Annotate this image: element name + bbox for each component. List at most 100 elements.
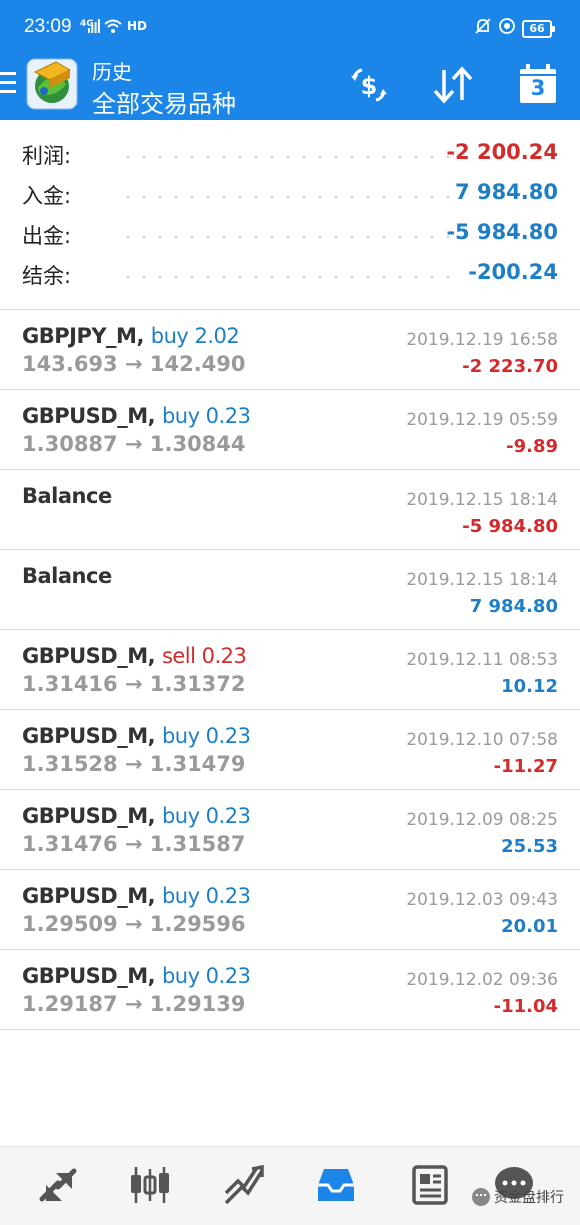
trade-symbol: Balance — [22, 484, 112, 508]
symbol-name: GBPUSD_M, — [22, 964, 156, 988]
trade-action: buy 0.23 — [161, 404, 251, 428]
leader-dots — [120, 236, 450, 238]
summary-value: -2 200.24 — [446, 140, 558, 164]
summary-label: 出金: — [22, 224, 72, 248]
trade-prices: 1.31528 → 1.31479 — [22, 752, 246, 776]
trade-prices: 1.29509 → 1.29596 — [22, 912, 246, 936]
wechat-icon — [472, 1188, 490, 1206]
trade-profit: -2 223.70 — [462, 356, 558, 377]
symbol-name: GBPUSD_M, — [22, 724, 156, 748]
summary-row: 利润: -2 200.24 — [0, 132, 580, 172]
trade-action: buy 0.23 — [161, 724, 251, 748]
page-title: 历史 — [92, 60, 132, 84]
trade-datetime: 2019.12.10 07:58 — [406, 730, 558, 750]
trade-symbol: GBPUSD_M, buy 0.23 — [22, 724, 251, 748]
summary-label: 入金: — [22, 184, 72, 208]
trade-datetime: 2019.12.09 08:25 — [406, 810, 558, 830]
trade-prices: 1.30887 → 1.30844 — [22, 432, 246, 456]
trade-symbol: Balance — [22, 564, 112, 588]
metatrader-logo — [26, 58, 78, 110]
trade-symbol: GBPUSD_M, buy 0.23 — [22, 964, 251, 988]
trade-profit: -5 984.80 — [462, 516, 558, 537]
sort-icon[interactable] — [430, 62, 476, 108]
menu-icon[interactable] — [0, 72, 16, 98]
trade-profit: -9.89 — [506, 436, 558, 457]
trade-action: buy 2.02 — [150, 324, 240, 348]
app-bar: 历史 全部交易品种 $ 3 — [0, 52, 580, 120]
symbol-name: GBPUSD_M, — [22, 644, 156, 668]
leader-dots — [120, 196, 450, 198]
trade-action: buy 0.23 — [161, 884, 251, 908]
summary-panel: 利润: -2 200.24 入金: 7 984.80 出金: -5 984.80 结余: -2… — [0, 120, 580, 308]
summary-label: 结余: — [22, 264, 72, 288]
summary-label: 利润: — [22, 144, 72, 168]
trade-datetime: 2019.12.02 09:36 — [406, 970, 558, 990]
trade-prices: 1.29187 → 1.29139 — [22, 992, 246, 1016]
history-icon[interactable] — [314, 1163, 358, 1207]
leader-dots — [120, 276, 450, 278]
bell-off-icon — [475, 18, 491, 34]
trade-row[interactable]: GBPUSD_M, sell 0.23 1.31416 → 1.31372 2019… — [0, 629, 580, 709]
trade-prices: 1.31476 → 1.31587 — [22, 832, 246, 856]
data-saver-icon — [499, 18, 515, 34]
trade-row[interactable]: GBPUSD_M, buy 0.23 1.29509 → 1.29596 2019.… — [0, 869, 580, 949]
trade-symbol: GBPUSD_M, buy 0.23 — [22, 884, 251, 908]
trade-symbol: GBPUSD_M, buy 0.23 — [22, 804, 251, 828]
trade-prices: 1.31416 → 1.31372 — [22, 672, 246, 696]
watermark-text: 资金盘排行 — [494, 1190, 564, 1206]
trade-datetime: 2019.12.11 08:53 — [406, 650, 558, 670]
history-list[interactable]: GBPJPY_M, buy 2.02 143.693 → 142.490 2019.… — [0, 309, 580, 1030]
trade-action: buy 0.23 — [161, 964, 251, 988]
currency-exchange-icon[interactable]: $ — [346, 62, 392, 108]
hd-indicator: HD — [127, 19, 148, 33]
trade-action: buy 0.23 — [161, 804, 251, 828]
symbol-name: Balance — [22, 484, 112, 508]
trade-row[interactable]: GBPUSD_M, buy 0.23 1.30887 → 1.30844 2019.… — [0, 389, 580, 469]
trade-profit: 20.01 — [501, 916, 558, 937]
trade-symbol: GBPUSD_M, buy 0.23 — [22, 404, 251, 428]
trade-row[interactable]: GBPJPY_M, buy 2.02 143.693 → 142.490 2019.… — [0, 309, 580, 389]
trade-datetime: 2019.12.03 09:43 — [406, 890, 558, 910]
leader-dots — [120, 156, 450, 158]
trade-row[interactable]: Balance 2019.12.15 18:14 7 984.80 — [0, 549, 580, 629]
symbol-name: GBPUSD_M, — [22, 404, 156, 428]
trade-datetime: 2019.12.19 16:58 — [406, 330, 558, 350]
trade-datetime: 2019.12.19 05:59 — [406, 410, 558, 430]
trade-row[interactable]: GBPUSD_M, buy 0.23 1.31476 → 1.31587 2019.… — [0, 789, 580, 869]
signal-icon — [88, 19, 100, 33]
summary-value: -200.24 — [468, 260, 558, 284]
symbol-name: GBPUSD_M, — [22, 804, 156, 828]
watermark: 资金盘排行 — [472, 1187, 564, 1207]
trade-symbol: GBPUSD_M, sell 0.23 — [22, 644, 247, 668]
summary-row: 结余: -200.24 — [0, 252, 580, 292]
trade-datetime: 2019.12.15 18:14 — [406, 490, 558, 510]
quotes-icon[interactable] — [36, 1163, 80, 1207]
trade-row[interactable]: GBPUSD_M, buy 0.23 1.31528 → 1.31479 2019.… — [0, 709, 580, 789]
trade-action: sell 0.23 — [161, 644, 247, 668]
battery-icon: 66 — [522, 20, 555, 38]
news-icon[interactable] — [408, 1163, 452, 1207]
svg-text:$: $ — [361, 72, 378, 100]
symbol-name: Balance — [22, 564, 112, 588]
trade-icon[interactable] — [222, 1163, 266, 1207]
trade-prices: 143.693 → 142.490 — [22, 352, 246, 376]
summary-row: 出金: -5 984.80 — [0, 212, 580, 252]
summary-value: -5 984.80 — [446, 220, 558, 244]
trade-profit: -11.04 — [493, 996, 558, 1017]
wifi-icon — [104, 19, 122, 33]
bottom-navigation: 资金盘排行 — [0, 1146, 580, 1225]
status-time: 23:09 — [24, 16, 72, 37]
trade-profit: 10.12 — [501, 676, 558, 697]
trade-profit: 7 984.80 — [469, 596, 558, 617]
trade-row[interactable]: Balance 2019.12.15 18:14 -5 984.80 — [0, 469, 580, 549]
trade-profit: -11.27 — [493, 756, 558, 777]
chart-icon[interactable] — [128, 1163, 172, 1207]
status-bar: 23:09 4G HD 66 — [0, 0, 580, 52]
list-divider — [0, 1029, 580, 1030]
calendar-icon[interactable]: 3 — [516, 62, 562, 108]
calendar-day: 3 — [530, 76, 546, 100]
trade-datetime: 2019.12.15 18:14 — [406, 570, 558, 590]
trade-row[interactable]: GBPUSD_M, buy 0.23 1.29187 → 1.29139 2019.… — [0, 949, 580, 1029]
trade-profit: 25.53 — [501, 836, 558, 857]
symbol-filter-title[interactable]: 全部交易品种 — [92, 84, 236, 119]
